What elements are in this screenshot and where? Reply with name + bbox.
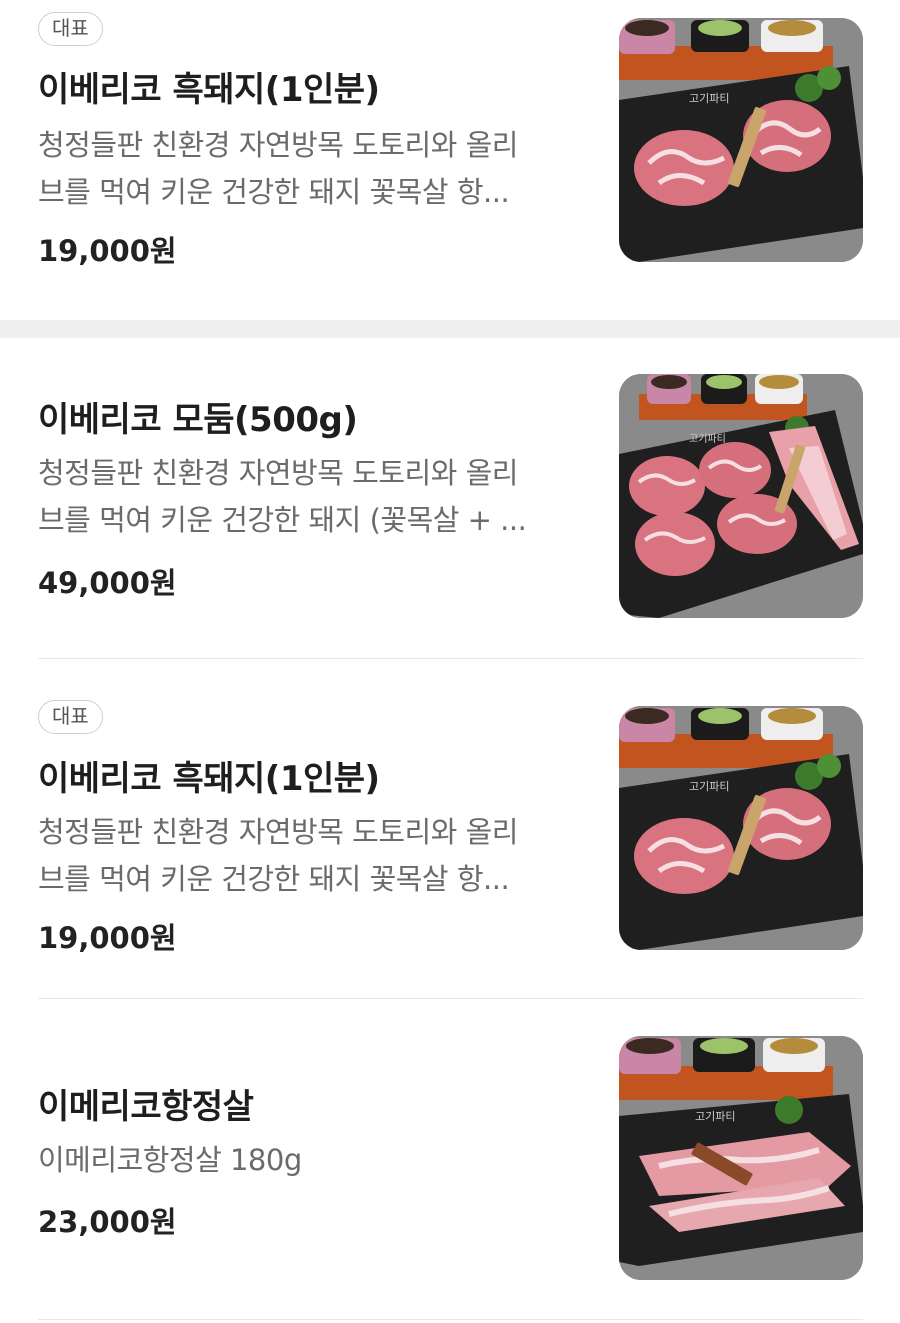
menu-item-price: 19,000원: [38, 234, 177, 268]
menu-item-description: 청정들판 친환경 자연방목 도토리와 올리 브를 먹여 키운 건강한 돼지 꽃목…: [38, 809, 578, 903]
menu-item-price: 19,000원: [38, 921, 177, 955]
description-line: 청정들판 친환경 자연방목 도토리와 올리: [38, 456, 518, 490]
pork-jowl-strips-photo: 고기파티: [619, 1036, 863, 1280]
menu-item-title: 이메리코항정살: [38, 1087, 254, 1127]
svg-text:고기파티: 고기파티: [689, 92, 729, 105]
item-divider: [38, 1319, 863, 1320]
menu-item[interactable]: 이베리코 모둠(500g) 청정들판 친환경 자연방목 도토리와 올리 브를 먹…: [0, 338, 900, 659]
description-line: 브를 먹여 키운 건강한 돼지 (꽃목살 + ...: [38, 503, 527, 537]
menu-item-description: 청정들판 친환경 자연방목 도토리와 올리 브를 먹여 키운 건강한 돼지 (꽃…: [38, 450, 578, 544]
menu-item-title: 이베리코 흑돼지(1인분): [38, 759, 380, 799]
description-line: 브를 먹여 키운 건강한 돼지 꽃목살 항...: [38, 175, 510, 209]
menu-item-price: 49,000원: [38, 566, 177, 600]
menu-item[interactable]: 이메리코항정살 이메리코항정살 180g 23,000원 고기파티: [0, 999, 900, 1323]
svg-text:고기파티: 고기파티: [689, 780, 729, 793]
menu-item-title: 이베리코 흑돼지(1인분): [38, 70, 380, 110]
svg-text:고기파티: 고기파티: [689, 433, 726, 445]
menu-item-price: 23,000원: [38, 1205, 177, 1239]
signature-badge: 대표: [38, 700, 103, 734]
menu-item-description: 청정들판 친환경 자연방목 도토리와 올리 브를 먹여 키운 건강한 돼지 꽃목…: [38, 122, 578, 216]
menu-item-title: 이베리코 모둠(500g): [38, 400, 358, 440]
pork-neck-two-steaks-photo: 고기파티: [619, 18, 863, 262]
menu-item[interactable]: 대표 이베리코 흑돼지(1인분) 청정들판 친환경 자연방목 도토리와 올리 브…: [0, 659, 900, 999]
pork-neck-two-steaks-photo: 고기파티: [619, 706, 863, 950]
svg-text:고기파티: 고기파티: [695, 1110, 735, 1123]
assorted-pork-platter-photo: 고기파티: [619, 374, 863, 618]
menu-item-description: 이메리코항정살 180g: [38, 1137, 578, 1184]
description-line: 청정들판 친환경 자연방목 도토리와 올리: [38, 128, 518, 162]
menu-item[interactable]: 대표 이베리코 흑돼지(1인분) 청정들판 친환경 자연방목 도토리와 올리 브…: [0, 0, 900, 320]
section-separator: [0, 320, 900, 338]
description-line: 청정들판 친환경 자연방목 도토리와 올리: [38, 815, 518, 849]
signature-badge: 대표: [38, 12, 103, 46]
description-line: 브를 먹여 키운 건강한 돼지 꽃목살 항...: [38, 862, 510, 896]
description-line: 이메리코항정살 180g: [38, 1143, 302, 1177]
